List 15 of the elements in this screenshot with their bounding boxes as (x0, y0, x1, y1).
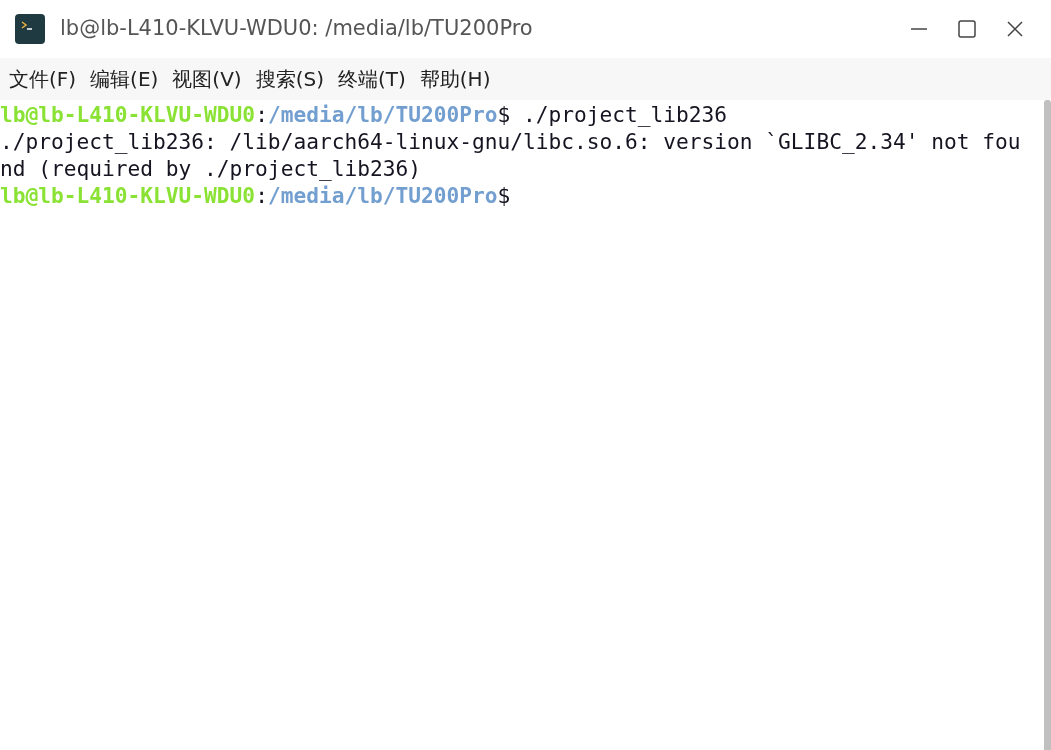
terminal-icon (15, 14, 45, 44)
terminal-line: nd (required by ./project_lib236) (0, 155, 421, 182)
close-icon[interactable] (1006, 20, 1024, 38)
terminal-line: lb@lb-L410-KLVU-WDU0:/media/lb/TU200Pro$ ./project_lib236 (0, 101, 728, 128)
menu-item[interactable]: 终端(T) (330, 64, 413, 94)
menu-item[interactable]: 编辑(E) (83, 64, 166, 94)
window-title: lb@lb-L410-KLVU-WDU0: /media/lb/TU200Pro (60, 15, 533, 43)
scrollbar[interactable] (1044, 100, 1051, 750)
menu-item[interactable]: 帮助(H) (412, 64, 498, 94)
terminal-line: lb@lb-L410-KLVU-WDU0:/media/lb/TU200Pro$ (0, 182, 511, 209)
menu-item[interactable]: 文件(F) (2, 64, 84, 94)
menu-item[interactable]: 搜索(S) (248, 64, 331, 94)
terminal-line: ./project_lib236: /lib/aarch64-linux-gnu/libc.so.6: version `GLIBC_2.34' not fou (0, 128, 1021, 155)
menu-item[interactable]: 视图(V) (165, 64, 249, 94)
maximize-icon[interactable] (958, 20, 976, 38)
